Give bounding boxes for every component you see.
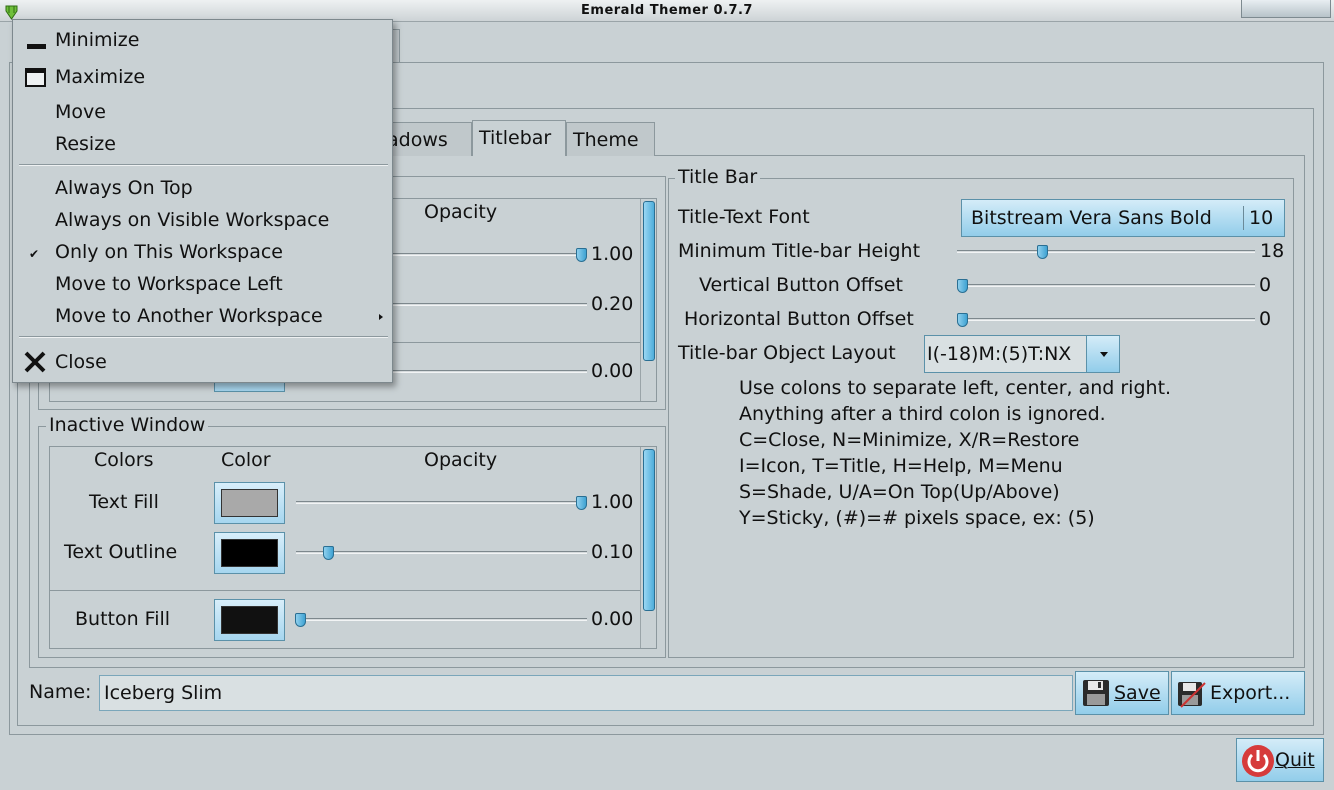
tab-shadows[interactable]: adows [380,122,472,156]
quit-label: Quit [1275,749,1315,771]
menu-separator-1 [19,164,388,166]
active-opacity-value-3: 0.00 [591,360,634,382]
menu-item-another-workspace[interactable]: Move to Another Workspace [55,305,323,327]
horiz-offset-slider-thumb[interactable] [957,313,968,327]
help-line-4: I=Icon, T=Title, H=Help, M=Menu [739,455,1063,477]
close-icon [23,350,47,374]
tab-theme-label: Theme [573,129,639,151]
quit-button[interactable]: Quit [1236,738,1324,782]
export-label: Export... [1210,682,1291,704]
layout-dropdown-button[interactable] [1086,336,1119,372]
menu-item-only-this-workspace[interactable]: Only on This Workspace [55,241,283,263]
tab-theme[interactable]: Theme [566,122,655,156]
active-opacity-value-1: 1.00 [591,243,634,265]
button-fill-opacity-value: 0.00 [591,608,634,630]
text-outline-color-button[interactable] [214,532,285,574]
help-line-3: C=Close, N=Minimize, X/R=Restore [739,429,1080,451]
menu-item-close[interactable]: Close [55,351,107,373]
text-outline-label: Text Outline [64,541,178,563]
button-fill-slider-thumb[interactable] [295,613,306,627]
window-title: Emerald Themer 0.7.7 [581,3,753,18]
help-line-2: Anything after a third colon is ignored. [739,403,1106,425]
layout-help-text: Use colons to separate left, center, and… [739,375,1171,531]
help-line-1: Use colons to separate left, center, and… [739,377,1172,399]
menu-separator-2 [19,336,388,338]
floppy-icon [1082,679,1110,707]
title-font-button[interactable]: Bitstream Vera Sans Bold 10 [961,199,1285,237]
inactive-scrollbar-thumb[interactable] [643,449,655,611]
export-icon [1177,679,1207,709]
menu-item-move[interactable]: Move [55,101,106,123]
tab-shadows-label: adows [387,129,448,151]
vert-offset-label: Vertical Button Offset [699,274,903,296]
vert-offset-slider-thumb[interactable] [957,279,968,293]
layout-label: Title-bar Object Layout [678,342,896,364]
chevron-down-icon [1100,352,1108,357]
help-line-6: Y=Sticky, (#)=# pixels space, ex: (5) [739,507,1095,529]
layout-input[interactable] [927,338,1085,370]
text-fill-label: Text Fill [89,491,159,513]
text-outline-opacity-slider[interactable] [296,551,587,554]
title-font-label: Title-Text Font [678,206,810,228]
horiz-offset-slider[interactable] [957,318,1255,321]
opacity-header: Opacity [424,449,498,471]
layout-combo[interactable] [924,335,1120,373]
title-bar-group-title: Title Bar [675,166,761,188]
tab-titlebar-label: Titlebar [479,127,552,149]
min-height-slider-thumb[interactable] [1037,245,1048,259]
text-fill-slider-thumb[interactable] [576,496,587,510]
maximize-icon [25,68,46,87]
inactive-row-separator [50,590,640,591]
power-icon [1241,744,1275,778]
button-fill-label: Button Fill [75,608,171,630]
color-header: Color [221,449,271,471]
menu-item-always-on-top[interactable]: Always On Top [55,177,193,199]
text-outline-opacity-value: 0.10 [591,541,634,563]
text-outline-slider-thumb[interactable] [323,546,334,560]
active-opacity-value-2: 0.20 [591,293,634,315]
active-opacity-header: Opacity [424,201,498,223]
horiz-offset-value: 0 [1259,308,1272,330]
menu-item-minimize[interactable]: Minimize [55,29,139,51]
title-font-name: Bitstream Vera Sans Bold [971,207,1212,229]
tab-titlebar[interactable]: Titlebar [472,120,566,156]
export-button[interactable]: Export... [1171,671,1305,715]
titlebar-button[interactable] [1241,0,1331,18]
help-line-5: S=Shade, U/A=On Top(Up/Above) [739,481,1060,503]
active-scrollbar[interactable] [640,199,656,401]
save-button[interactable]: Save [1075,671,1169,715]
button-fill-swatch [221,606,278,634]
vert-offset-slider[interactable] [957,284,1255,287]
title-font-size: 10 [1249,207,1274,229]
save-label: Save [1114,682,1161,704]
text-fill-opacity-value: 1.00 [591,491,634,513]
horiz-offset-label: Horizontal Button Offset [684,308,914,330]
menu-item-maximize[interactable]: Maximize [55,66,145,88]
min-height-slider[interactable] [957,250,1255,253]
vert-offset-value: 0 [1259,274,1272,296]
check-icon: ✔ [29,247,40,261]
min-height-label: Minimum Title-bar Height [678,240,921,262]
min-height-value: 18 [1260,240,1285,262]
minimize-icon [27,44,46,49]
text-fill-opacity-slider[interactable] [296,501,587,504]
menu-item-always-visible-workspace[interactable]: Always on Visible Workspace [55,209,329,231]
active-slider-thumb-1[interactable] [576,248,587,262]
button-fill-opacity-slider[interactable] [296,618,587,621]
window-menu: Minimize Maximize Move Resize Always On … [12,19,393,383]
name-label: Name: [29,681,92,703]
inactive-window-title: Inactive Window [46,414,209,436]
text-fill-swatch [221,489,278,517]
menu-item-resize[interactable]: Resize [55,133,116,155]
inactive-scrollbar[interactable] [640,447,656,648]
title-font-divider [1243,206,1244,230]
menu-item-workspace-left[interactable]: Move to Workspace Left [55,273,283,295]
active-scrollbar-thumb[interactable] [643,201,655,361]
text-outline-swatch [221,539,278,567]
button-fill-color-button[interactable] [214,599,285,641]
colors-header: Colors [94,449,154,471]
name-input[interactable] [99,675,1073,711]
submenu-arrow-icon [379,314,383,320]
text-fill-color-button[interactable] [214,482,285,524]
